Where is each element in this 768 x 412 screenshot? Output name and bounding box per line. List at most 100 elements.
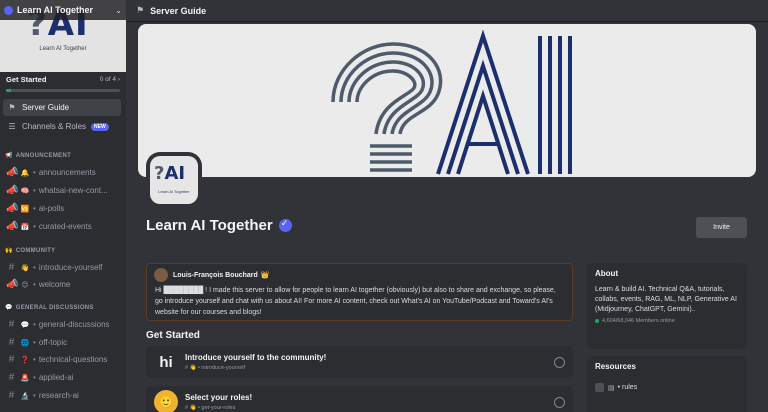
task-channel: # 👋 • get-your-roles <box>185 405 236 411</box>
nav-label: Server Guide <box>22 103 70 112</box>
nav-channels-roles[interactable]: ☰ Channels & Roles NEW <box>3 118 121 135</box>
channel-emoji: 🔔 <box>20 169 30 177</box>
channel-label: research-ai <box>38 391 79 400</box>
server-banner-subtitle: Learn AI Together <box>39 46 87 52</box>
server-avatar-logo: ?AI <box>154 163 186 184</box>
channel-sidebar: ?AI Learn AI Together Learn AI Together … <box>0 0 126 412</box>
category-community[interactable]: 🙌 COMMUNITY <box>5 247 55 254</box>
hash-icon: # <box>8 262 15 273</box>
about-title: About <box>595 269 619 278</box>
get-started-heading: Get Started <box>146 330 200 341</box>
server-hero-banner <box>138 24 756 177</box>
hash-icon: # <box>8 354 15 365</box>
welcome-message: Louis-François Bouchard 👑 Hi ████████ ! … <box>146 263 573 321</box>
document-icon: ▤ <box>608 384 615 392</box>
channel-curated-events[interactable]: 📣 📅 • curated-events <box>3 218 123 235</box>
channel-emoji: 🔬 <box>20 392 30 400</box>
roles-mascot-icon: 🙂 <box>154 390 178 412</box>
channel-emoji: 🌐 <box>20 339 30 347</box>
hi-icon: hi <box>159 353 173 371</box>
nav-server-guide[interactable]: ⚑ Server Guide <box>3 99 121 116</box>
channel-introduce-yourself[interactable]: # 👋 • introduce-yourself <box>3 259 123 276</box>
channel-welcome[interactable]: 📣 😊 • welcome <box>3 276 123 293</box>
category-emoji: 📢 <box>5 153 13 159</box>
resource-label: • rules <box>617 384 638 391</box>
task-checkbox[interactable] <box>554 356 565 368</box>
resources-panel: Resources ▤ • rules <box>587 356 747 412</box>
channel-label: applied-ai <box>38 373 74 382</box>
invite-button[interactable]: Invite <box>696 217 747 238</box>
get-started-count: 0 of 4 › <box>99 76 120 83</box>
announcement-channel-icon: 📣 <box>6 279 19 290</box>
channel-label: whatsai-new-cont... <box>38 186 108 195</box>
channel-label: announcements <box>38 168 96 177</box>
signpost-icon: ⚑ <box>8 103 16 112</box>
channel-emoji: 💬 <box>20 321 30 329</box>
channel-off-topic[interactable]: # 🌐 • off-topic <box>3 334 123 351</box>
hash-icon: # <box>8 319 15 330</box>
task-introduce-yourself[interactable]: hi Introduce yourself to the community! … <box>146 346 573 378</box>
message-author[interactable]: Louis-François Bouchard <box>173 272 258 279</box>
partner-verified-icon <box>278 218 292 232</box>
category-emoji: 🙌 <box>5 248 13 254</box>
progress-bar-fill <box>6 89 11 92</box>
resource-thumbnail <box>595 383 604 392</box>
topbar-title: Server Guide <box>150 5 207 16</box>
hash-icon: # <box>8 390 15 401</box>
server-name: Learn AI Together <box>17 5 94 15</box>
channel-whatsai-new-content[interactable]: 📣 🧠 • whatsai-new-cont... <box>3 182 123 199</box>
task-title: Select your roles! <box>185 393 253 402</box>
channel-emoji: 🆚 <box>20 205 30 213</box>
about-panel: About Learn & build AI. Technical Q&A, t… <box>587 263 747 349</box>
task-channel: # 👋 • introduce-yourself <box>185 365 246 371</box>
server-title: Learn AI Together <box>146 217 292 234</box>
hero-logo-art <box>331 29 572 175</box>
channel-applied-ai[interactable]: # 🚨 • applied-ai <box>3 369 123 386</box>
task-checkbox[interactable] <box>554 396 565 408</box>
task-title: Introduce yourself to the community! <box>185 353 327 362</box>
avatar[interactable] <box>154 268 168 282</box>
online-dot-icon <box>595 319 599 323</box>
task-select-roles[interactable]: 🙂 Select your roles! # 👋 • get-your-role… <box>146 386 573 412</box>
category-announcement[interactable]: 📢 ANNOUNCEMENT <box>5 152 71 159</box>
channel-general-discussions[interactable]: # 💬 • general-discussions <box>3 316 123 333</box>
signpost-icon: ⚑ <box>136 5 145 15</box>
server-guide-main: ⚑ Server Guide ?AI Learn AI Together Lea… <box>126 0 768 412</box>
members-online: 4,604/68,046 Members online <box>595 318 739 324</box>
chevron-down-icon[interactable]: ⌄ <box>115 6 122 15</box>
server-boost-icon <box>4 5 13 15</box>
channel-label: off-topic <box>38 338 68 347</box>
topbar: ⚑ Server Guide <box>126 0 768 22</box>
announcement-channel-icon: 📣 <box>6 203 19 214</box>
channel-label: ai-polls <box>38 204 65 213</box>
get-started-progress[interactable]: Get Started 0 of 4 › <box>0 72 126 94</box>
channel-label: welcome <box>38 280 71 289</box>
channel-emoji: 😊 <box>21 281 29 289</box>
channel-emoji: 📅 <box>20 223 30 231</box>
new-badge: NEW <box>91 122 109 131</box>
channel-emoji: 🚨 <box>20 374 30 382</box>
nav-label: Channels & Roles <box>22 122 87 131</box>
server-banner[interactable]: ?AI Learn AI Together Learn AI Together … <box>0 0 126 72</box>
channel-label: technical-questions <box>38 355 108 364</box>
server-name-header[interactable]: Learn AI Together ⌄ <box>0 0 126 20</box>
channel-research-ai[interactable]: # 🔬 • research-ai <box>3 387 123 404</box>
category-general-discussions[interactable]: 💬 GENERAL DISCUSSIONS <box>5 304 94 311</box>
channel-emoji: 🧠 <box>20 187 30 195</box>
announcement-channel-icon: 📣 <box>6 185 19 196</box>
channel-label: introduce-yourself <box>38 263 103 272</box>
category-emoji: 💬 <box>5 305 13 311</box>
resource-item-rules[interactable]: ▤ • rules <box>595 383 739 392</box>
server-avatar-subtitle: Learn AI Together <box>158 189 190 194</box>
channel-technical-questions[interactable]: # ❓ • technical-questions <box>3 351 123 368</box>
progress-bar <box>6 89 120 92</box>
server-avatar: ?AI Learn AI Together <box>146 152 202 208</box>
channel-ai-polls[interactable]: 📣 🆚 • ai-polls <box>3 200 123 217</box>
about-description: Learn & build AI. Technical Q&A, tutoria… <box>595 286 737 313</box>
resources-title: Resources <box>595 362 636 371</box>
announcement-channel-icon: 📣 <box>6 167 19 178</box>
channel-label: curated-events <box>38 222 92 231</box>
hash-icon: # <box>8 372 15 383</box>
channel-announcements[interactable]: 📣 🔔 • announcements <box>3 164 123 181</box>
channels-roles-icon: ☰ <box>8 122 16 131</box>
